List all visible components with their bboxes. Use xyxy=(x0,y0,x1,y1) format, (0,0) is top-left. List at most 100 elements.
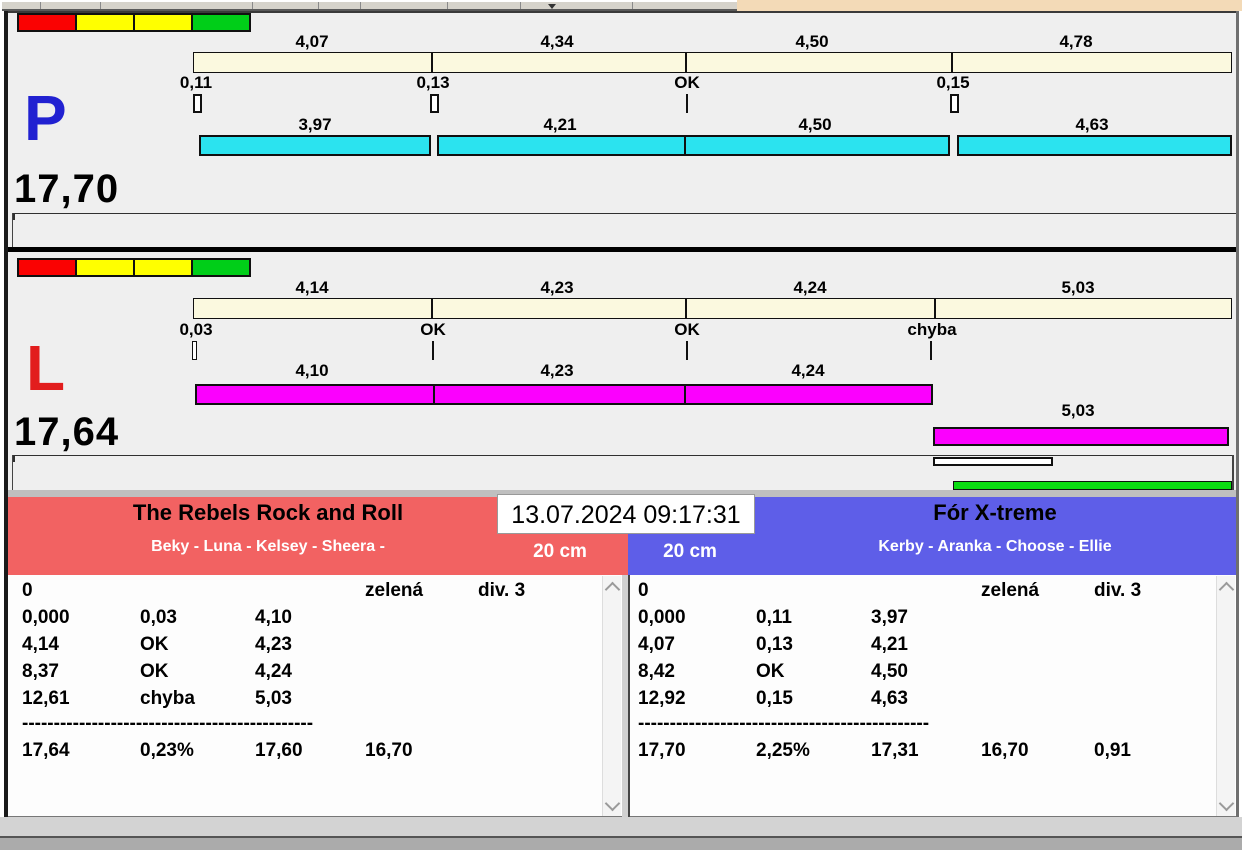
toolbar-separator xyxy=(252,2,253,9)
status-light-yellow-2 xyxy=(133,258,193,277)
datetime-display: 13.07.2024 09:17:31 xyxy=(497,494,755,534)
scroll-down-icon[interactable] xyxy=(1218,795,1235,812)
lane-p-dev-1: 0,11 xyxy=(179,73,213,92)
baseline-tick xyxy=(13,456,15,462)
lane-l-dog123-bar xyxy=(195,384,933,405)
lane-l-status-lights xyxy=(17,258,251,277)
lane-p-lower-split-3: 4,50 xyxy=(798,115,832,134)
table-cell: 4,10 xyxy=(255,607,292,628)
lane-p-dog1-bar xyxy=(199,135,431,156)
status-light-green xyxy=(191,13,251,32)
table-cell: 0,15 xyxy=(756,688,793,709)
segment-divider xyxy=(934,299,936,318)
status-light-yellow-1 xyxy=(75,258,135,277)
toolbar-tan-area xyxy=(737,0,1242,11)
lane-p-total-time: 17,70 xyxy=(14,167,120,211)
result-list-left[interactable]: 0 zelená div. 3 0,000 0,03 4,10 4,14 OK … xyxy=(8,575,622,817)
table-cell: 4,50 xyxy=(871,661,908,682)
lane-p-lower-split-4: 4,63 xyxy=(1075,115,1109,134)
table-cell: div. 3 xyxy=(478,580,526,601)
table-cell: 4,14 xyxy=(22,634,59,655)
table-cell: 12,92 xyxy=(638,688,686,709)
scroll-up-icon[interactable] xyxy=(604,581,621,598)
toolbar-separator xyxy=(318,2,319,9)
total-time: 17,64 xyxy=(22,740,70,761)
table-cell: 0 xyxy=(22,580,33,601)
status-light-green xyxy=(191,258,251,277)
table-cell: 0,000 xyxy=(638,607,686,628)
segment-divider xyxy=(431,53,433,72)
lane-p-tick-marker-4 xyxy=(950,94,959,113)
lane-l-lower-split-1: 4,10 xyxy=(295,361,329,380)
panel-edge xyxy=(1232,455,1234,490)
lane-p-dog23-bar xyxy=(437,135,950,156)
status-light-red xyxy=(17,13,77,32)
segment-divider xyxy=(951,53,953,72)
lane-p-tick-marker-3 xyxy=(686,94,688,113)
total-percent: 0,23% xyxy=(140,740,194,761)
total-net: 17,31 xyxy=(871,740,919,761)
lane-p-dev-2: 0,13 xyxy=(416,73,450,92)
lane-l-dev-4: chyba xyxy=(907,320,957,339)
lane-l-dev-2: OK xyxy=(420,320,446,339)
lane-p-dog4-bar xyxy=(957,135,1232,156)
table-cell: 0,13 xyxy=(756,634,793,655)
table-cell: 8,42 xyxy=(638,661,675,682)
segment-divider xyxy=(684,137,686,154)
table-cell: OK xyxy=(140,634,169,655)
lane-l-tick-marker-4 xyxy=(930,341,932,360)
team-left-name: The Rebels Rock and Roll xyxy=(132,500,404,525)
table-cell: OK xyxy=(756,661,785,682)
table-cell: 0,000 xyxy=(22,607,70,628)
table-separator: ----------------------------------------… xyxy=(638,713,930,734)
table-separator: ----------------------------------------… xyxy=(22,713,314,734)
lane-p-upper-bar xyxy=(193,52,1232,73)
left-table-scrollbar[interactable] xyxy=(602,576,621,816)
table-cell: 4,23 xyxy=(255,634,292,655)
toolbar-dropdown-arrow-icon[interactable] xyxy=(548,4,556,9)
table-cell: 4,21 xyxy=(871,634,908,655)
lane-l-total-time: 17,64 xyxy=(14,410,120,454)
table-cell: 0,03 xyxy=(140,607,177,628)
right-table-scrollbar[interactable] xyxy=(1216,576,1235,816)
table-cell: OK xyxy=(140,661,169,682)
team-left-height-class: 20 cm xyxy=(533,541,587,562)
segment-divider xyxy=(684,386,686,403)
lane-l-lower-split-3: 4,24 xyxy=(791,361,825,380)
total-best: 16,70 xyxy=(981,740,1029,761)
segment-divider xyxy=(685,299,687,318)
toolbar-separator xyxy=(520,2,521,9)
lane-p-baseline xyxy=(12,213,1236,214)
segment-divider xyxy=(431,299,433,318)
lane-p-status-lights xyxy=(17,13,251,32)
total-net: 17,60 xyxy=(255,740,303,761)
lane-separator xyxy=(8,247,1236,252)
table-cell: zelená xyxy=(365,580,424,601)
lane-l-tick-marker-2 xyxy=(432,341,434,360)
lane-l-baseline xyxy=(12,455,1234,456)
lane-l-upper-bar xyxy=(193,298,1232,319)
table-cell: 3,97 xyxy=(871,607,908,628)
team-left-dogs: Beky - Luna - Kelsey - Sheera - xyxy=(151,538,385,555)
lane-l-label: L xyxy=(26,332,66,404)
lane-p-dev-4: 0,15 xyxy=(936,73,970,92)
lane-l-dog4-bar xyxy=(933,427,1229,446)
rerun-green-bar xyxy=(953,481,1232,490)
result-list-right[interactable]: 0 zelená div. 3 0,000 0,11 3,97 4,07 0,1… xyxy=(630,575,1236,817)
segment-divider xyxy=(433,386,435,403)
table-cell: 12,61 xyxy=(22,688,70,709)
scroll-up-icon[interactable] xyxy=(1218,581,1235,598)
panel-edge xyxy=(12,213,13,247)
table-cell: div. 3 xyxy=(1094,580,1142,601)
lane-l-dev-3: OK xyxy=(674,320,700,339)
total-time: 17,70 xyxy=(638,740,686,761)
lane-p-dev-3: OK xyxy=(674,73,700,92)
lane-l-upper-split-4: 5,03 xyxy=(1061,278,1095,297)
toolbar-separator xyxy=(632,2,633,9)
status-light-yellow-2 xyxy=(133,13,193,32)
toolbar-separator xyxy=(360,2,361,9)
total-best: 16,70 xyxy=(365,740,413,761)
window-right-border xyxy=(1236,11,1239,836)
scroll-down-icon[interactable] xyxy=(604,795,621,812)
toolbar-strip[interactable] xyxy=(2,2,737,11)
